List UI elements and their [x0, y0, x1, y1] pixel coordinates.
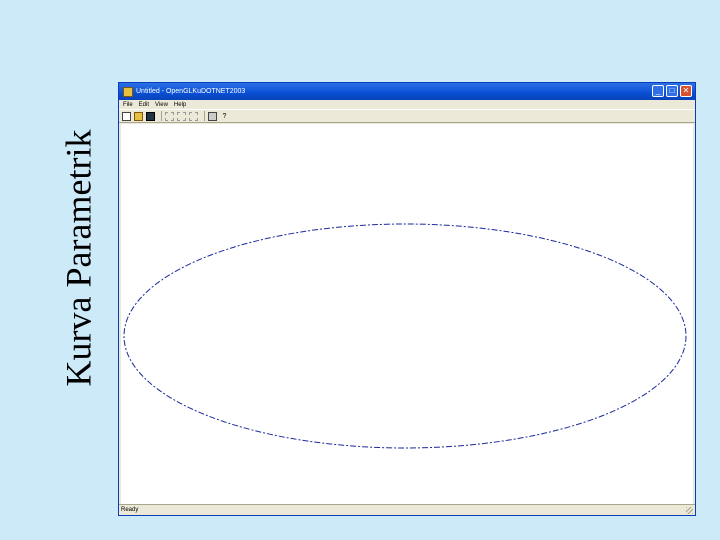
- toolbar: ?: [119, 109, 695, 123]
- app-window: Untitled - OpenGLKuDOTNET2003 _ □ ✕ File…: [118, 82, 696, 516]
- new-file-icon[interactable]: [122, 111, 131, 121]
- resize-grip[interactable]: [686, 507, 693, 514]
- slide-title: Kurva Parametrik: [50, 80, 106, 436]
- menu-bar: File Edit View Help: [119, 100, 695, 109]
- window-title: Untitled - OpenGLKuDOTNET2003: [136, 88, 246, 95]
- menu-edit[interactable]: Edit: [139, 102, 149, 108]
- parametric-ellipse: [123, 223, 687, 449]
- app-icon: [123, 86, 133, 97]
- save-icon[interactable]: [146, 111, 155, 121]
- title-bar[interactable]: Untitled - OpenGLKuDOTNET2003 _ □ ✕: [119, 83, 695, 100]
- menu-help[interactable]: Help: [174, 102, 186, 108]
- open-folder-icon[interactable]: [134, 111, 143, 121]
- paste-icon[interactable]: [189, 111, 198, 121]
- toolbar-separator: [204, 111, 205, 121]
- status-bar: Ready: [119, 504, 695, 515]
- window-controls: _ □ ✕: [652, 85, 692, 97]
- status-text: Ready: [121, 507, 139, 513]
- opengl-canvas[interactable]: [121, 124, 693, 504]
- menu-file[interactable]: File: [123, 102, 133, 108]
- slide-title-text: Kurva Parametrik: [58, 129, 98, 387]
- help-icon[interactable]: ?: [220, 112, 229, 121]
- print-icon[interactable]: [208, 111, 217, 121]
- toolbar-separator: [161, 111, 162, 121]
- curve-plot: [123, 223, 687, 449]
- copy-icon[interactable]: [177, 111, 186, 121]
- close-button[interactable]: ✕: [680, 85, 692, 97]
- cut-icon[interactable]: [165, 111, 174, 121]
- maximize-button[interactable]: □: [666, 85, 678, 97]
- menu-view[interactable]: View: [155, 102, 168, 108]
- minimize-button[interactable]: _: [652, 85, 664, 97]
